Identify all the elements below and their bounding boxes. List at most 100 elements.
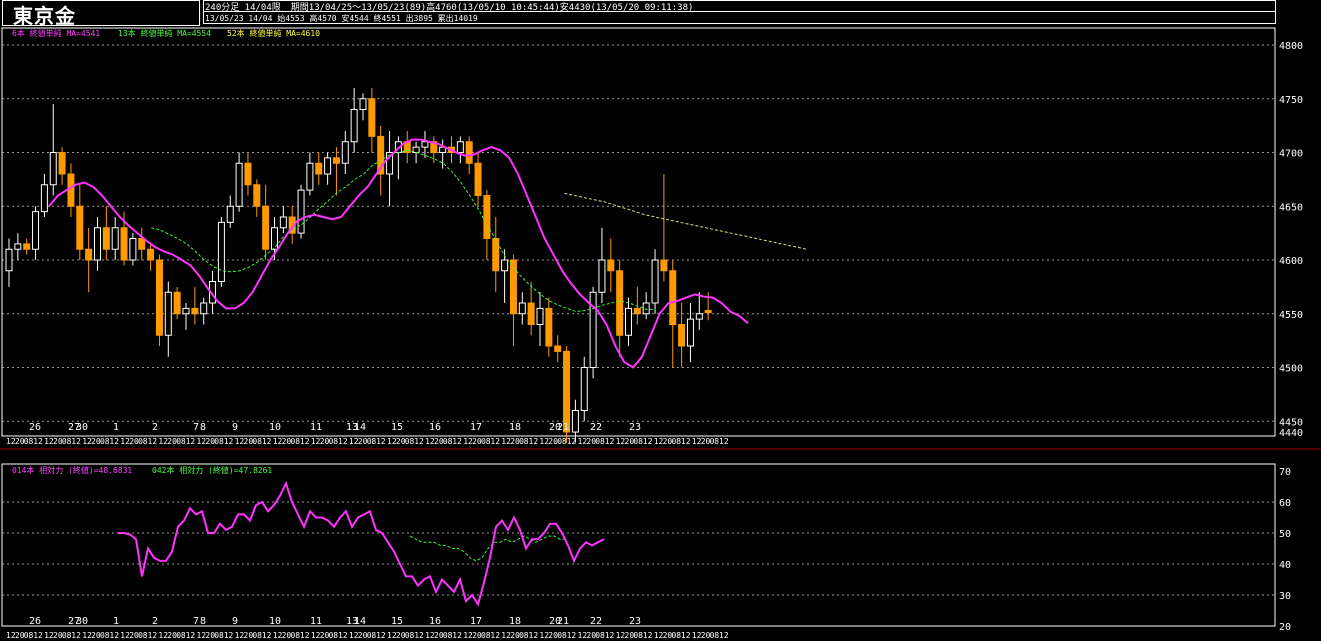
y-tick-label: 4440 — [1279, 428, 1303, 439]
y-tick-label: 4450 — [1279, 417, 1303, 428]
candle-body — [598, 259, 606, 293]
candle-body — [235, 162, 243, 207]
session-label: 12 — [719, 437, 729, 446]
rsi-session-label: 12 — [33, 631, 43, 640]
candle-body — [182, 307, 190, 315]
candle-body — [67, 173, 75, 207]
session-label: 12 — [643, 437, 653, 446]
candle-body — [315, 162, 323, 175]
candle-body — [536, 307, 544, 325]
candle-body — [58, 152, 66, 175]
candle-body — [217, 221, 225, 282]
candle-body — [642, 302, 650, 315]
candle-body — [279, 216, 287, 229]
rsi42-line — [409, 535, 566, 562]
candle-body — [191, 307, 199, 315]
rsi-y-tick-label: 40 — [1279, 560, 1291, 571]
candle-body — [94, 227, 101, 261]
candle-body — [421, 141, 429, 148]
rsi-date-label: 18 — [509, 616, 521, 627]
rsi-date-label: 8 — [200, 616, 206, 627]
rsi-session-label: 12 — [71, 631, 81, 640]
rsi-y-tick-label: 70 — [1279, 467, 1291, 478]
candle-body — [253, 184, 261, 207]
session-label: 12 — [567, 437, 577, 446]
rsi-date-label: 9 — [232, 616, 238, 627]
candle-body — [200, 302, 208, 315]
rsi-date-label: 14 — [354, 616, 366, 627]
candle-body — [164, 291, 172, 336]
candle-body — [633, 307, 641, 315]
rsi-y-tick-label: 60 — [1279, 498, 1291, 509]
candle-body — [554, 345, 562, 352]
rsi-date-label: 1 — [113, 616, 119, 627]
y-tick-label: 4800 — [1279, 41, 1303, 52]
rsi-session-label: 12 — [567, 631, 577, 640]
rsi-session-label: 12 — [300, 631, 310, 640]
rsi-date-label: 10 — [269, 616, 281, 627]
rsi-session-label: 12 — [719, 631, 729, 640]
candle-body — [324, 157, 332, 175]
rsi-date-label: 15 — [391, 616, 403, 627]
rsi-session-label: 12 — [148, 631, 158, 640]
candle-body — [173, 291, 181, 315]
rsi14-line — [118, 480, 605, 607]
date-label: 23 — [629, 422, 641, 433]
candle-body — [138, 238, 146, 250]
rsi-session-label: 12 — [224, 631, 234, 640]
session-label: 12 — [681, 437, 691, 446]
candle-body — [660, 259, 668, 272]
rsi-y-tick-label: 20 — [1279, 622, 1291, 633]
candle-body — [456, 141, 464, 153]
date-label: 22 — [590, 422, 602, 433]
candle-body — [262, 205, 270, 250]
rsi-date-label: 22 — [590, 616, 602, 627]
rsi-session-label: 12 — [109, 631, 119, 640]
candle-body — [704, 310, 712, 314]
y-tick-label: 4700 — [1279, 149, 1303, 160]
candle-body — [474, 162, 482, 196]
candle-body — [359, 98, 367, 110]
rsi-date-label: 11 — [310, 616, 322, 627]
date-label: 7 — [193, 422, 199, 433]
date-label: 9 — [232, 422, 238, 433]
candle-body — [341, 141, 349, 164]
rsi-session-label: 12 — [452, 631, 462, 640]
rsi-date-label: 17 — [470, 616, 482, 627]
candle-body — [226, 205, 234, 223]
session-label: 12 — [33, 437, 43, 446]
rsi-date-label: 23 — [629, 616, 641, 627]
candle-body — [483, 195, 491, 239]
rsi-date-label: 21 — [557, 616, 569, 627]
date-label: 8 — [200, 422, 206, 433]
rsi-date-label: 26 — [29, 616, 41, 627]
rsi-session-label: 12 — [414, 631, 424, 640]
y-tick-label: 4750 — [1279, 95, 1303, 106]
candle-body — [40, 184, 48, 213]
candle-body — [545, 307, 553, 347]
ma52-line — [564, 192, 808, 250]
date-label: 21 — [557, 422, 569, 433]
rsi-session-label: 12 — [529, 631, 539, 640]
session-label: 12 — [262, 437, 272, 446]
candle-body — [5, 248, 13, 272]
session-label: 12 — [109, 437, 119, 446]
session-label: 12 — [148, 437, 158, 446]
date-label: 18 — [509, 422, 521, 433]
candle-body — [651, 259, 659, 304]
rsi-date-label: 30 — [76, 616, 88, 627]
date-label: 15 — [391, 422, 403, 433]
candle-body — [111, 227, 119, 250]
rsi-date-label: 7 — [193, 616, 199, 627]
rsi-date-label: 16 — [429, 616, 441, 627]
date-label: 17 — [470, 422, 482, 433]
candle-body — [76, 205, 84, 250]
session-label: 12 — [71, 437, 81, 446]
candle-body — [332, 157, 340, 164]
candle-body — [368, 98, 376, 137]
candle-body — [695, 313, 703, 320]
rsi-session-label: 12 — [643, 631, 653, 640]
rsi-date-label: 2 — [152, 616, 158, 627]
candle-body — [32, 211, 40, 250]
candle-body — [571, 410, 579, 433]
